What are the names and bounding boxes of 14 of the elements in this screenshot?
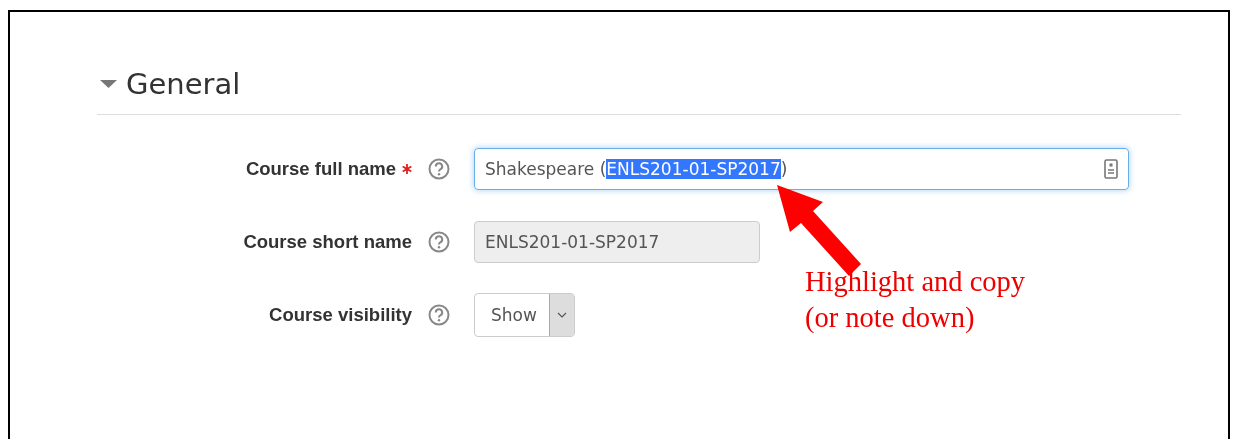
document-icon (1104, 159, 1118, 179)
collapse-caret-icon[interactable] (100, 79, 117, 89)
field-label: Course short name (243, 231, 412, 253)
help-icon[interactable] (428, 304, 450, 326)
dropdown[interactable]: Show (474, 293, 575, 337)
annotation-text: (or note down) (805, 301, 976, 335)
help-icon[interactable] (428, 158, 450, 180)
input-field[interactable]: Shakespeare (ENLS201-01-SP2017) (474, 148, 1129, 190)
annotation-text: Highlight and copy (805, 265, 1026, 299)
field-label: Course visibility (269, 304, 412, 326)
field-label: Course full name (245, 158, 396, 180)
chevron-down-icon (556, 312, 567, 318)
help-icon[interactable] (428, 231, 450, 253)
section-title: General (126, 66, 241, 103)
